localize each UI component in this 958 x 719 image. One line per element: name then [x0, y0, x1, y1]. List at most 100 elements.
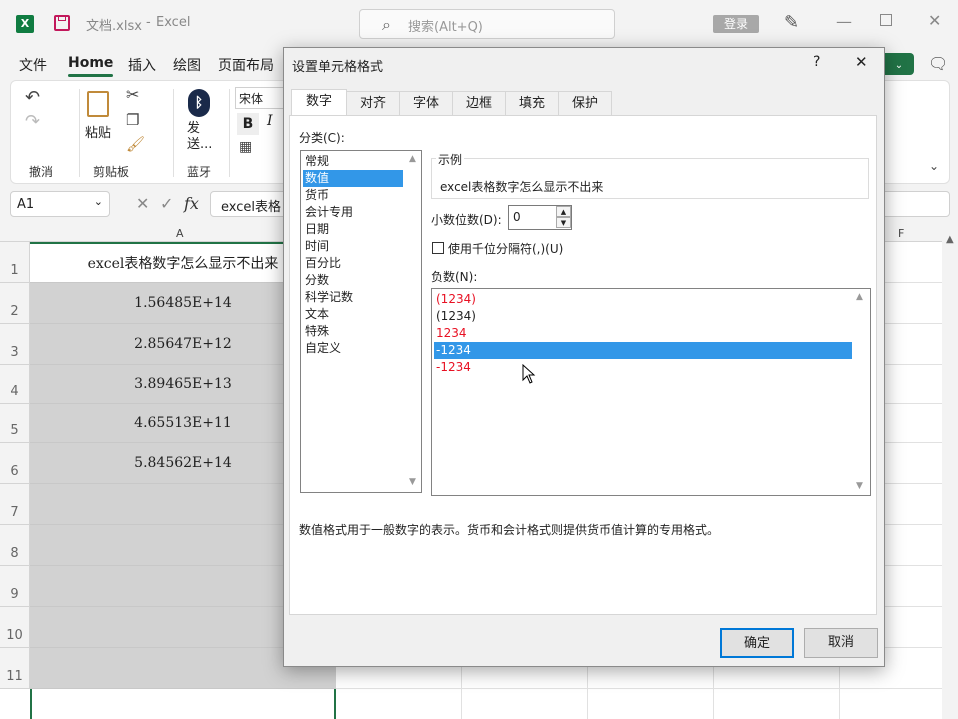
format-description: 数值格式用于一般数字的表示。货币和会计格式则提供货币值计算的专用格式。	[299, 523, 720, 537]
thousands-separator-label[interactable]: 使用千位分隔符(,)(U)	[448, 240, 563, 257]
scroll-down-icon[interactable]: ▼	[856, 481, 863, 491]
decimal-places-value[interactable]: 0	[513, 210, 521, 224]
maximize-icon[interactable]	[880, 14, 892, 26]
insert-function-icon[interactable]: fx	[184, 194, 199, 213]
tab-font[interactable]: 字体	[399, 91, 453, 117]
comments-icon[interactable]: 🗨	[928, 54, 948, 73]
group-label-undo: 撤消	[29, 165, 54, 179]
mouse-cursor-icon	[522, 363, 536, 387]
tab-file[interactable]: 文件	[19, 55, 47, 75]
undo-icon[interactable]: ↶	[25, 87, 40, 108]
negative-numbers-label: 负数(N):	[431, 270, 478, 284]
negative-format-item[interactable]: (1234)	[434, 308, 852, 325]
scroll-up-icon: ▲	[946, 234, 954, 245]
negative-format-item[interactable]: 1234	[434, 325, 852, 342]
category-item[interactable]: 文本	[303, 306, 403, 323]
negative-format-item[interactable]: -1234	[434, 342, 852, 359]
save-icon[interactable]	[54, 15, 70, 31]
row-header[interactable]: 3	[0, 324, 30, 365]
name-box[interactable]: A1 ⌄	[10, 191, 110, 217]
number-tab-panel: 分类(C): ▲ ▼ 常规 数值 货币 会计专用 日期 时间 百分比 分数 科学记数 文本 特殊 自定…	[289, 115, 877, 615]
category-item[interactable]: 货币	[303, 187, 403, 204]
copy-icon[interactable]: ❐	[126, 111, 139, 129]
font-name-select[interactable]: 宋体	[235, 87, 285, 109]
column-header-f[interactable]: F	[898, 227, 904, 240]
decimal-places-label: 小数位数(D):	[431, 213, 502, 227]
negative-format-item[interactable]: -1234	[434, 359, 852, 376]
category-item[interactable]: 数值	[303, 170, 403, 187]
confirm-formula-icon[interactable]: ✓	[160, 194, 173, 213]
tab-protection[interactable]: 保护	[558, 91, 612, 117]
column-header-a[interactable]: A	[176, 227, 184, 240]
row-header[interactable]: 5	[0, 404, 30, 443]
tab-alignment[interactable]: 对齐	[346, 91, 400, 117]
share-button[interactable]: ⌄	[884, 53, 914, 75]
send-label: 发送...	[187, 121, 213, 152]
search-input[interactable]: ⌕ 搜索(Alt+Q)	[359, 9, 615, 39]
cut-icon[interactable]: ✂	[126, 85, 139, 104]
tab-draw[interactable]: 绘图	[173, 55, 201, 75]
bold-button[interactable]: B	[237, 113, 259, 135]
ribbon-separator	[229, 89, 230, 177]
tab-fill[interactable]: 填充	[505, 91, 559, 117]
title-separator: -	[146, 15, 151, 30]
row-header[interactable]: 10	[0, 607, 30, 648]
row-header[interactable]: 8	[0, 525, 30, 566]
ribbon-separator	[173, 89, 174, 177]
login-button[interactable]: 登录	[713, 15, 759, 33]
tab-insert[interactable]: 插入	[128, 55, 156, 75]
paste-button[interactable]: 粘贴	[83, 87, 113, 147]
category-item[interactable]: 特殊	[303, 323, 403, 340]
row-header[interactable]: 4	[0, 365, 30, 404]
scroll-up-icon[interactable]: ▲	[856, 292, 863, 302]
category-item[interactable]: 百分比	[303, 255, 403, 272]
category-item[interactable]: 分数	[303, 272, 403, 289]
row-header[interactable]: 6	[0, 443, 30, 484]
row-header[interactable]: 9	[0, 566, 30, 607]
negative-format-item[interactable]: (1234)	[434, 291, 852, 308]
negative-numbers-list[interactable]: ▲ ▼ (1234) (1234) 1234 -1234 -1234	[431, 288, 871, 496]
redo-icon[interactable]: ↷	[25, 111, 40, 132]
stepper-up-icon[interactable]: ▲	[556, 206, 571, 217]
format-painter-icon[interactable]: 🖌	[126, 135, 145, 153]
tab-page-layout[interactable]: 页面布局	[218, 55, 274, 75]
clipboard-icon	[87, 91, 109, 117]
ok-button[interactable]: 确定	[720, 628, 794, 658]
list-scrollbar[interactable]	[405, 151, 421, 492]
italic-button[interactable]: I	[267, 113, 273, 129]
category-item[interactable]: 科学记数	[303, 289, 403, 306]
category-item[interactable]: 日期	[303, 221, 403, 238]
category-item[interactable]: 会计专用	[303, 204, 403, 221]
category-item[interactable]: 时间	[303, 238, 403, 255]
row-header[interactable]: 2	[0, 283, 30, 324]
category-item[interactable]: 常规	[303, 153, 403, 170]
grid-line	[336, 688, 942, 689]
tab-number[interactable]: 数字	[291, 89, 347, 117]
tab-home[interactable]: Home	[68, 55, 114, 77]
category-list[interactable]: ▲ ▼ 常规 数值 货币 会计专用 日期 时间 百分比 分数 科学记数 文本 特殊 自定义	[300, 150, 422, 493]
help-icon[interactable]: ?	[813, 54, 820, 70]
cancel-formula-icon[interactable]: ✕	[136, 194, 149, 213]
category-item[interactable]: 自定义	[303, 340, 403, 357]
cancel-button[interactable]: 取消	[804, 628, 878, 658]
decimal-places-stepper[interactable]: 0 ▲ ▼	[508, 205, 572, 230]
row-header[interactable]: 11	[0, 648, 30, 689]
vertical-scrollbar[interactable]: ▲	[942, 234, 958, 719]
borders-icon[interactable]: ▦	[239, 139, 252, 155]
collapse-ribbon-icon[interactable]: ⌄	[929, 159, 939, 173]
close-window-icon[interactable]: ✕	[928, 11, 941, 30]
search-icon: ⌕	[382, 15, 391, 34]
excel-logo-icon: X	[16, 15, 34, 33]
scroll-down-icon[interactable]: ▼	[409, 477, 416, 487]
tab-border[interactable]: 边框	[452, 91, 506, 117]
thousands-separator-checkbox[interactable]	[432, 242, 444, 254]
stepper-down-icon[interactable]: ▼	[556, 217, 571, 228]
group-label-bluetooth: 蓝牙	[187, 165, 212, 179]
dialog-close-icon[interactable]: ✕	[855, 53, 868, 71]
row-header[interactable]: 1	[0, 242, 30, 283]
pen-icon[interactable]: ✎	[784, 12, 799, 33]
scroll-up-icon[interactable]: ▲	[409, 154, 416, 164]
bluetooth-send-button[interactable]: ᛒ 发送...	[183, 87, 219, 157]
row-header[interactable]: 7	[0, 484, 30, 525]
minimize-icon[interactable]: —	[836, 12, 852, 31]
